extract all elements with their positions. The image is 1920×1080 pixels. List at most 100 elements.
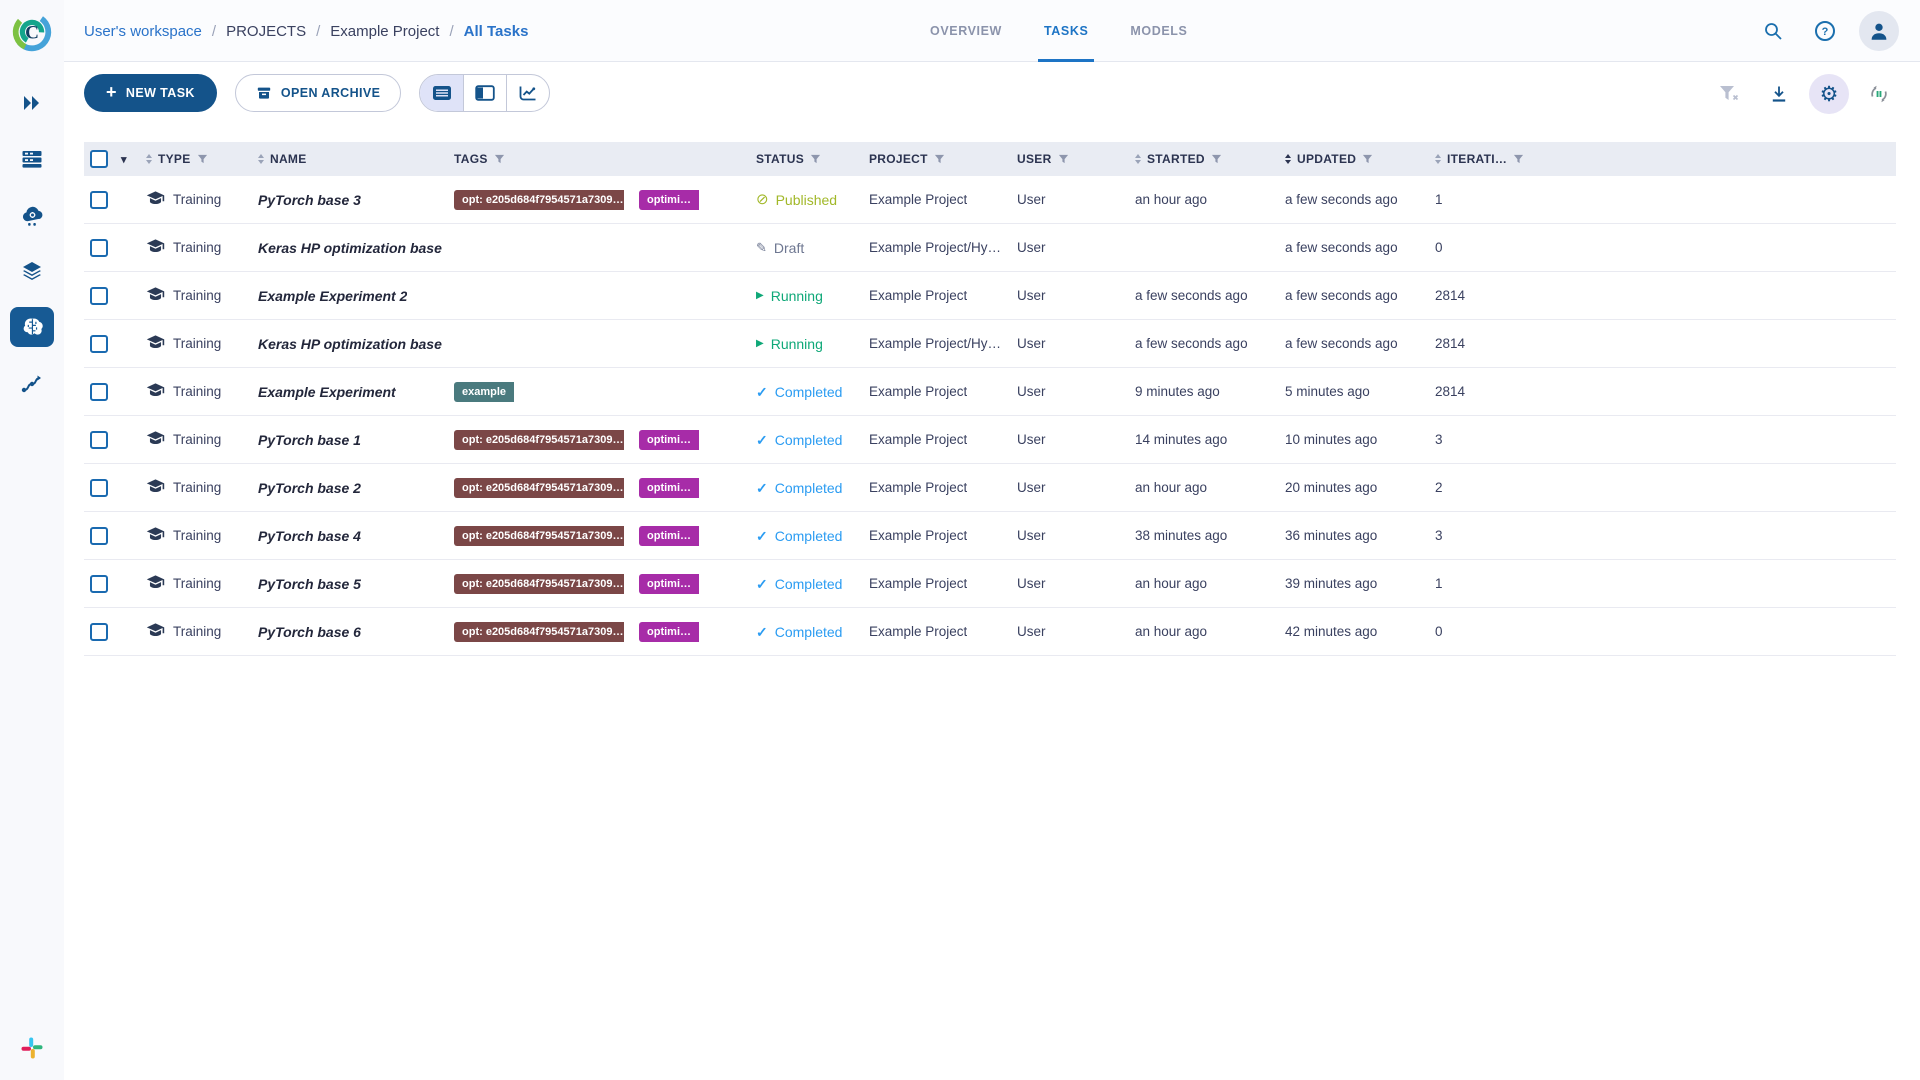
tag-pill[interactable]: optimi… [639, 573, 699, 594]
sort-icon-active[interactable] [1285, 154, 1291, 164]
sidebar-item-pipelines[interactable] [10, 363, 54, 403]
table-row[interactable]: Training PyTorch base 3 opt: e205d684f7954… [84, 176, 1896, 224]
sidebar-item-applications[interactable] [10, 195, 54, 235]
column-header-select-all[interactable]: ▾ [84, 142, 140, 176]
column-header-type[interactable]: TYPE [140, 142, 252, 176]
breadcrumb-project-name[interactable]: Example Project [330, 23, 439, 40]
tag-pill[interactable]: optimi… [639, 477, 699, 498]
filter-icon[interactable] [934, 154, 945, 165]
table-row[interactable]: Training Example Experiment 2 ▶ Running Exam… [84, 272, 1896, 320]
filter-icon[interactable] [810, 154, 821, 165]
column-header-updated[interactable]: UPDATED [1279, 142, 1429, 176]
tag-pill[interactable]: optimi… [639, 429, 699, 450]
sidebar-item-workers-queues[interactable] [10, 139, 54, 179]
row-checkbox[interactable] [90, 334, 108, 353]
started-cell-value: an hour ago [1135, 480, 1208, 495]
new-task-button[interactable]: + NEW TASK [84, 74, 217, 112]
select-all-checkbox[interactable] [90, 150, 108, 168]
row-checkbox[interactable] [90, 478, 108, 497]
tag-pill[interactable]: optimi… [639, 189, 699, 210]
sidebar-item-datasets[interactable] [10, 251, 54, 291]
row-checkbox[interactable] [90, 526, 108, 545]
tag-pill[interactable]: opt: e205d684f7954571a7309… [454, 429, 624, 450]
task-name[interactable]: Keras HP optimization base [258, 336, 442, 352]
chart-view-toggle[interactable] [506, 75, 549, 111]
clearml-logo[interactable]: C [9, 9, 55, 55]
auto-refresh-button[interactable] [1859, 74, 1899, 114]
sort-icon[interactable] [1435, 154, 1441, 164]
tab-overview[interactable]: OVERVIEW [916, 0, 1016, 62]
search-button[interactable] [1755, 13, 1791, 49]
task-name[interactable]: PyTorch base 1 [258, 432, 361, 448]
help-button[interactable]: ? [1807, 13, 1843, 49]
tags-cell: opt: e205d684f7954571a7309… optimi… [448, 176, 750, 223]
filter-icon[interactable] [1058, 154, 1069, 165]
sidebar-expand-button[interactable] [10, 83, 54, 123]
table-row[interactable]: Training PyTorch base 2 opt: e205d684f7954… [84, 464, 1896, 512]
column-header-started[interactable]: STARTED [1129, 142, 1279, 176]
table-row[interactable]: Training PyTorch base 4 opt: e205d684f7954… [84, 512, 1896, 560]
table-view-toggle[interactable] [420, 75, 464, 111]
task-name[interactable]: PyTorch base 4 [258, 528, 361, 544]
tag-pill[interactable]: example [454, 381, 515, 402]
open-archive-button[interactable]: OPEN ARCHIVE [234, 74, 402, 112]
tag-pill[interactable]: opt: e205d684f7954571a7309… [454, 621, 624, 642]
tag-pill[interactable]: opt: e205d684f7954571a7309… [454, 525, 624, 546]
breadcrumb-workspace[interactable]: User's workspace [84, 23, 202, 40]
row-checkbox[interactable] [90, 238, 108, 257]
table-row[interactable]: Training Keras HP optimization base ✎ Draft… [84, 224, 1896, 272]
row-checkbox[interactable] [90, 622, 108, 641]
slack-link[interactable] [14, 1030, 50, 1066]
task-name[interactable]: PyTorch base 3 [258, 192, 361, 208]
breadcrumb-all-tasks[interactable]: All Tasks [464, 23, 529, 40]
task-name[interactable]: Example Experiment 2 [258, 288, 407, 304]
settings-button[interactable]: ⚙ [1809, 74, 1849, 114]
column-header-project[interactable]: PROJECT [863, 142, 1011, 176]
clear-filters-button[interactable] [1709, 74, 1749, 114]
filter-icon[interactable] [1513, 154, 1524, 165]
tab-models[interactable]: MODELS [1116, 0, 1201, 62]
profile-avatar[interactable] [1859, 11, 1899, 51]
sidebar-item-projects[interactable] [10, 307, 54, 347]
tag-pill[interactable]: optimi… [639, 525, 699, 546]
column-header-user[interactable]: USER [1011, 142, 1129, 176]
tag-pill[interactable]: opt: e205d684f7954571a7309… [454, 477, 624, 498]
table-row[interactable]: Training Example Experiment example ✓ Comple… [84, 368, 1896, 416]
task-name[interactable]: Keras HP optimization base [258, 240, 442, 256]
row-checkbox[interactable] [90, 430, 108, 449]
status-label: Completed [774, 479, 843, 496]
column-header-name[interactable]: NAME [252, 142, 448, 176]
table-row[interactable]: Training PyTorch base 6 opt: e205d684f7954… [84, 608, 1896, 656]
breadcrumb-projects[interactable]: PROJECTS [226, 23, 306, 40]
column-header-iterations[interactable]: ITERATI… [1429, 142, 1896, 176]
download-button[interactable] [1759, 74, 1799, 114]
row-checkbox[interactable] [90, 382, 108, 401]
table-row[interactable]: Training PyTorch base 5 opt: e205d684f7954… [84, 560, 1896, 608]
status-label: Completed [774, 527, 843, 544]
filter-icon[interactable] [1362, 154, 1373, 165]
column-label: PROJECT [869, 152, 928, 166]
sort-icon[interactable] [258, 154, 264, 164]
task-name[interactable]: PyTorch base 2 [258, 480, 361, 496]
table-row[interactable]: Training PyTorch base 1 opt: e205d684f7954… [84, 416, 1896, 464]
row-checkbox[interactable] [90, 286, 108, 305]
tag-pill[interactable]: opt: e205d684f7954571a7309… [454, 189, 624, 210]
sort-icon[interactable] [146, 154, 152, 164]
select-dropdown-caret-icon[interactable]: ▾ [121, 153, 127, 166]
task-name[interactable]: PyTorch base 5 [258, 576, 361, 592]
column-header-status[interactable]: STATUS [750, 142, 863, 176]
task-name[interactable]: PyTorch base 6 [258, 624, 361, 640]
tag-pill[interactable]: optimi… [639, 621, 699, 642]
filter-icon[interactable] [197, 154, 208, 165]
split-view-toggle[interactable] [463, 75, 506, 111]
row-checkbox[interactable] [90, 190, 108, 209]
task-name[interactable]: Example Experiment [258, 384, 396, 400]
filter-icon[interactable] [494, 154, 505, 165]
sort-icon[interactable] [1135, 154, 1141, 164]
column-header-tags[interactable]: TAGS [448, 142, 750, 176]
filter-icon[interactable] [1211, 154, 1222, 165]
table-row[interactable]: Training Keras HP optimization base ▶ Runni… [84, 320, 1896, 368]
tag-pill[interactable]: opt: e205d684f7954571a7309… [454, 573, 624, 594]
tab-tasks[interactable]: TASKS [1030, 0, 1102, 62]
row-checkbox[interactable] [90, 574, 108, 593]
